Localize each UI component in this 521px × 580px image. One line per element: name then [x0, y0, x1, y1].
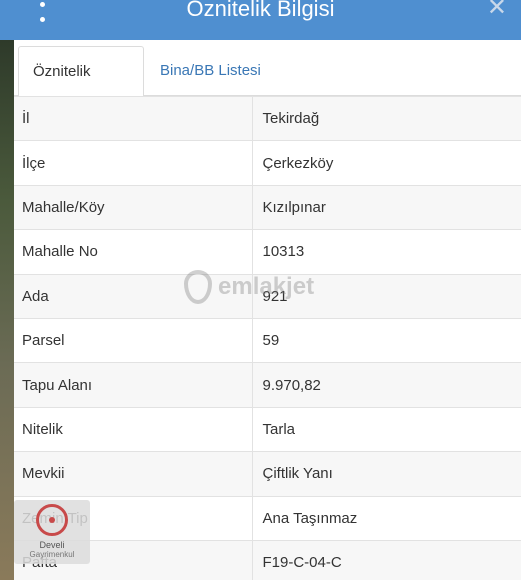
tab-attribute-info[interactable]: Öznitelik Bilgisi [18, 46, 144, 130]
watermark-text: emlakjet [218, 273, 315, 300]
attribute-panel: Öznitelik Bilgisi Bina/BB Listesi İl Teki… [14, 40, 521, 580]
row-value: Çiftlik Yanı [252, 451, 521, 497]
row-key: Tapu Alanı [14, 362, 253, 408]
table-row: Tapu Alanı 9.970,82 [14, 362, 521, 408]
table-row: Mevkii Çiftlik Yanı [14, 451, 521, 497]
table-row: İlçe Çerkezköy [14, 140, 521, 186]
table-row: İl Tekirdağ [14, 95, 521, 141]
row-key: İl [14, 95, 253, 141]
watermark: emlakjet [184, 270, 314, 304]
table-row: Mahalle No 10313 [14, 229, 521, 275]
target-seal-icon [36, 504, 68, 536]
row-key: Mahalle/Köy [14, 184, 253, 230]
agency-sub: Gayrimenkul [29, 550, 75, 559]
row-key: İlçe [14, 140, 253, 186]
row-value: Kızılpınar [252, 184, 521, 230]
row-key: Parsel [14, 317, 253, 363]
agency-name: Develi [39, 540, 65, 550]
window-titlebar: Öznitelik Bilgisi ✕ [0, 0, 521, 40]
attribute-table: İl Tekirdağ İlçe Çerkezköy Mahalle/Köy Kızılp… [14, 95, 521, 580]
tab-bar: Öznitelik Bilgisi Bina/BB Listesi [14, 40, 521, 130]
table-row: Zemin TipAna Taşınmaz [14, 495, 521, 541]
window-title: Öznitelik Bilgisi [186, 0, 335, 21]
table-row: PaftaF19-C-04-C [14, 539, 521, 580]
row-value: F19-C-04-C [252, 539, 521, 580]
row-value: 59 [252, 317, 521, 363]
row-key: Mevkii [14, 451, 253, 497]
map-pin-icon [184, 270, 212, 304]
row-value: 10313 [252, 229, 521, 275]
table-row: Nitelik Tarla [14, 406, 521, 452]
table-row: Mahalle/Köy Kızılpınar [14, 184, 521, 230]
background-map-strip [0, 40, 14, 580]
row-value: Çerkezköy [252, 140, 521, 186]
row-value: Tarla [252, 406, 521, 452]
close-icon[interactable]: ✕ [487, 0, 507, 20]
row-value: Tekirdağ [252, 95, 521, 141]
row-value: Ana Taşınmaz [252, 495, 521, 541]
row-key: Nitelik [14, 406, 253, 452]
tab-building-list[interactable]: Bina/BB Listesi [146, 46, 275, 97]
row-key: Mahalle No [14, 229, 253, 275]
agency-logo: Develi Gayrimenkul [14, 500, 90, 564]
row-value: 9.970,82 [252, 362, 521, 408]
table-row: Parsel 59 [14, 317, 521, 363]
